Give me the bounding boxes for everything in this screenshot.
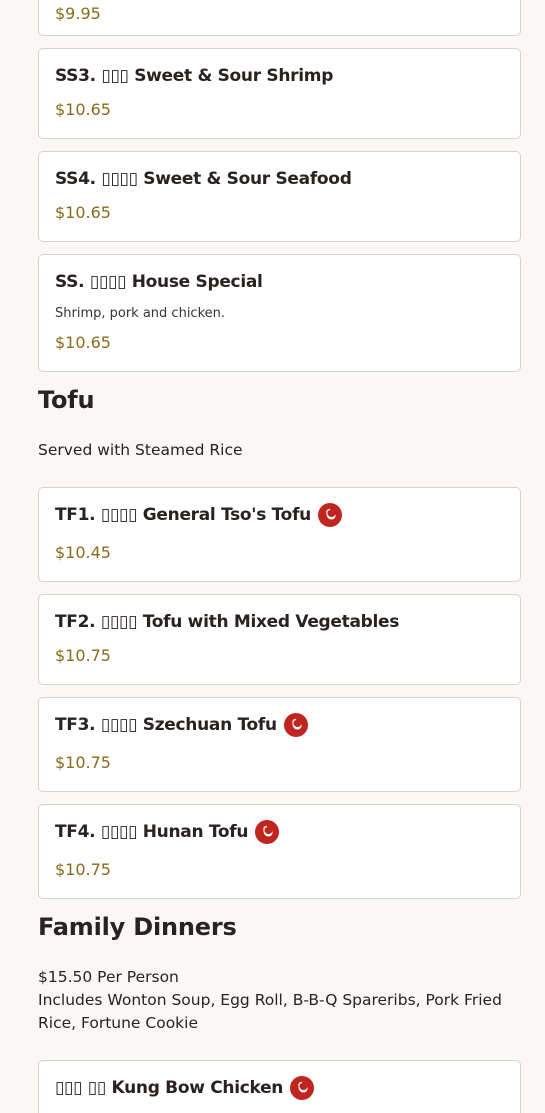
item-name-text: TF1. ▯▯▯▯ General Tso's Tofu (55, 505, 311, 525)
spicy-pepper-icon (317, 503, 342, 527)
item-price: $10.65 (55, 203, 111, 222)
item-name: TF3. ▯▯▯▯ Szechuan Tofu (55, 713, 308, 737)
menu-item-card[interactable]: TF4. ▯▯▯▯ Hunan Tofu $10.75 (38, 804, 521, 899)
item-name-text: SS3. ▯▯▯ Sweet & Sour Shrimp (55, 66, 334, 86)
item-price: $10.75 (55, 753, 111, 772)
menu-item-card[interactable]: TF2. ▯▯▯▯ Tofu with Mixed Vegetables $10… (38, 594, 521, 685)
spicy-pepper-icon (255, 820, 280, 844)
item-name: TF1. ▯▯▯▯ General Tso's Tofu (55, 503, 342, 527)
item-price: $10.75 (55, 646, 111, 665)
item-name: TF4. ▯▯▯▯ Hunan Tofu (55, 820, 280, 844)
item-name: SS3. ▯▯▯ Sweet & Sour Shrimp (55, 64, 333, 88)
item-description: Shrimp, pork and chicken. (55, 306, 226, 321)
section-title-family-dinners: Family Dinners (38, 913, 237, 941)
item-name: ▯▯▯ ▯▯ Kung Bow Chicken (55, 1076, 315, 1100)
menu-item-card[interactable]: ▯▯▯ ▯▯ Kung Bow Chicken (38, 1060, 521, 1113)
item-name-text: ▯▯▯ ▯▯ Kung Bow Chicken (55, 1078, 284, 1098)
section-note-family-includes: Includes Wonton Soup, Egg Roll, B-B-Q Sp… (38, 991, 502, 1032)
item-price: $10.65 (55, 100, 111, 119)
menu-item-card[interactable]: SS. ▯▯▯▯ House Special Shrimp, pork and … (38, 254, 521, 372)
item-price: $10.45 (55, 543, 111, 562)
item-price: $10.65 (55, 333, 111, 352)
item-name: SS4. ▯▯▯▯ Sweet & Sour Seafood (55, 167, 352, 191)
menu-item-card[interactable]: SS4. ▯▯▯▯ Sweet & Sour Seafood $10.65 (38, 151, 521, 242)
item-name-text: SS4. ▯▯▯▯ Sweet & Sour Seafood (55, 169, 352, 189)
menu-item-card[interactable]: $9.95 (38, 0, 521, 36)
item-name-text: TF4. ▯▯▯▯ Hunan Tofu (55, 822, 249, 842)
item-name: SS. ▯▯▯▯ House Special (55, 270, 263, 294)
section-title-tofu: Tofu (38, 386, 95, 414)
spicy-pepper-icon (283, 713, 308, 737)
menu-item-card[interactable]: TF3. ▯▯▯▯ Szechuan Tofu $10.75 (38, 697, 521, 792)
spicy-pepper-icon (290, 1076, 315, 1100)
item-name-text: SS. ▯▯▯▯ House Special (55, 272, 263, 292)
menu-item-card[interactable]: SS3. ▯▯▯ Sweet & Sour Shrimp $10.65 (38, 48, 521, 139)
item-price: $10.75 (55, 860, 111, 879)
section-note-tofu: Served with Steamed Rice (38, 441, 243, 459)
item-name-text: TF3. ▯▯▯▯ Szechuan Tofu (55, 715, 277, 735)
item-name-text: TF2. ▯▯▯▯ Tofu with Mixed Vegetables (55, 612, 400, 632)
item-name: TF2. ▯▯▯▯ Tofu with Mixed Vegetables (55, 610, 399, 634)
item-price: $9.95 (55, 4, 101, 23)
section-note-family-price: $15.50 Per Person (38, 968, 179, 986)
menu-item-card[interactable]: TF1. ▯▯▯▯ General Tso's Tofu $10.45 (38, 487, 521, 582)
menu-page: $9.95 SS3. ▯▯▯ Sweet & Sour Shrimp $10.6… (0, 0, 545, 1113)
